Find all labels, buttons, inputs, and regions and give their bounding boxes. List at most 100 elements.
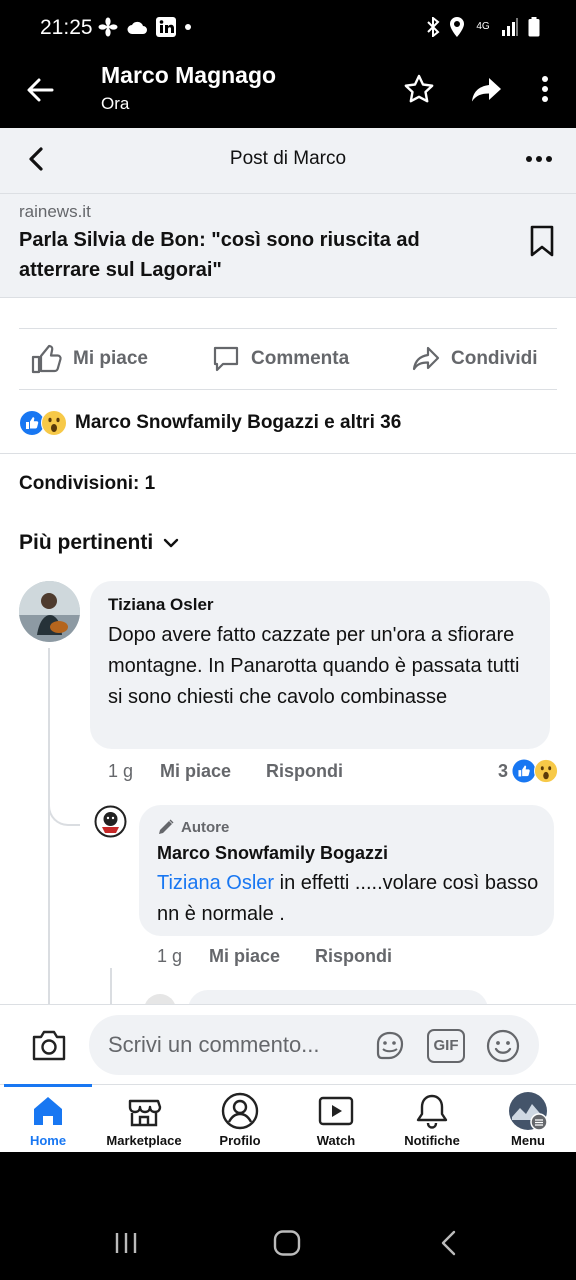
bluetooth-icon	[427, 17, 440, 37]
cloud-icon	[127, 21, 147, 34]
network-4g-icon: 4G	[476, 21, 490, 32]
mention-link[interactable]: Tiziana Osler	[157, 872, 274, 894]
post-topbar-title: Post di Marco	[229, 148, 347, 169]
comment-label: Commenta	[251, 348, 350, 369]
link-title[interactable]: Parla Silvia de Bon: "così sono riuscita…	[19, 225, 499, 285]
thumbs-up-icon	[31, 344, 62, 374]
tab-menu[interactable]: Menu	[480, 1085, 576, 1153]
home-button-icon[interactable]	[273, 1230, 301, 1256]
shares-count[interactable]: Condivisioni: 1	[19, 473, 155, 495]
recent-apps-icon[interactable]	[114, 1230, 138, 1256]
menu-avatar-icon	[509, 1092, 548, 1131]
reply-reply-button[interactable]: Rispondi	[315, 946, 392, 967]
link-preview-card[interactable]: rainews.it Parla Silvia de Bon: "così so…	[0, 194, 576, 298]
page-title: Marco Magnago	[101, 62, 277, 88]
share-button[interactable]: Condividi	[411, 343, 538, 375]
comment-bubble[interactable]: Tiziana Osler Dopo avere fatto cazzate p…	[90, 581, 550, 749]
wow-reaction-icon	[534, 759, 558, 783]
share-icon[interactable]	[468, 72, 504, 106]
tab-home[interactable]: Home	[0, 1084, 96, 1153]
snowfamily-logo-icon	[94, 805, 127, 838]
back-arrow-icon[interactable]	[22, 72, 58, 108]
page-subtitle: Ora	[101, 94, 130, 113]
thread-connector	[48, 768, 80, 826]
tab-notifications[interactable]: Notifiche	[384, 1085, 480, 1153]
comment-text: Dopo avere fatto cazzate per un'ora a sf…	[108, 624, 520, 708]
gif-button[interactable]: GIF	[427, 1029, 465, 1063]
tab-marketplace[interactable]: Marketplace	[96, 1085, 192, 1153]
tab-profile[interactable]: Profilo	[192, 1085, 288, 1153]
comment-button[interactable]: Commenta	[211, 343, 349, 375]
comment-author[interactable]: Tiziana Osler	[108, 595, 214, 615]
system-nav-bar	[0, 1152, 576, 1280]
signal-icon	[502, 18, 518, 36]
share-outline-icon	[412, 346, 440, 371]
comment-reactions[interactable]: 3	[498, 759, 558, 783]
tab-label: Home	[29, 1133, 67, 1148]
marketplace-icon	[128, 1099, 162, 1127]
reaction-icons	[19, 410, 71, 436]
tab-label: Watch	[316, 1133, 356, 1148]
reactions-summary[interactable]: Marco Snowfamily Bogazzi e altri 36	[19, 409, 401, 437]
more-horizontal-icon[interactable]	[522, 146, 556, 172]
more-vertical-icon[interactable]	[532, 72, 558, 106]
status-bar: 21:25 4G	[0, 0, 576, 56]
reply-time: 1 g	[157, 946, 183, 966]
star-icon[interactable]	[402, 72, 436, 106]
like-button[interactable]: Mi piace	[31, 343, 148, 375]
reply-bubble[interactable]	[188, 990, 488, 1004]
active-tab-indicator	[4, 1084, 92, 1087]
reply-like-button[interactable]: Mi piace	[209, 946, 280, 967]
home-icon	[34, 1097, 62, 1125]
like-reaction-icon	[512, 759, 536, 783]
author-badge-label: Autore	[181, 818, 230, 836]
reactions-summary-text: Marco Snowfamily Bogazzi e altri 36	[75, 412, 402, 433]
tab-label: Marketplace	[106, 1133, 182, 1148]
status-right-icons: 4G	[426, 17, 540, 37]
avatar[interactable]	[94, 805, 127, 838]
avatar-photo-icon	[19, 581, 80, 642]
watch-icon	[318, 1096, 354, 1126]
profile-icon	[221, 1092, 259, 1130]
status-left-icons	[98, 17, 192, 37]
comment-time: 1 g	[108, 761, 134, 781]
comment-input-placeholder: Scrivi un commento...	[108, 1032, 320, 1057]
post-content: Post di Marco rainews.it Parla Silvia de…	[0, 128, 576, 1004]
comments-sort-dropdown[interactable]: Più pertinenti	[19, 531, 179, 555]
avatar[interactable]	[144, 994, 176, 1004]
back-button-icon[interactable]	[438, 1230, 460, 1256]
thread-line	[110, 968, 112, 1004]
tab-label: Profilo	[219, 1133, 261, 1148]
post-topbar: Post di Marco	[0, 128, 576, 194]
bell-icon	[416, 1094, 448, 1129]
app-header: Marco Magnago Ora	[0, 56, 576, 128]
comment-reply-button[interactable]: Rispondi	[266, 761, 343, 782]
link-domain: rainews.it	[19, 202, 91, 221]
comment-input[interactable]: Scrivi un commento... GIF	[89, 1015, 539, 1075]
linkedin-icon	[156, 17, 176, 37]
pencil-icon	[159, 819, 174, 834]
wow-reaction-icon	[41, 410, 67, 436]
comment-meta: 1 g Mi piace Rispondi 3	[108, 759, 558, 787]
reply-meta: 1 g Mi piace Rispondi	[157, 944, 457, 972]
dot-icon	[185, 24, 191, 30]
sticker-icon[interactable]	[372, 1028, 408, 1064]
comments-sort-label: Più pertinenti	[19, 531, 154, 554]
emoji-icon[interactable]	[485, 1028, 521, 1064]
avatar[interactable]	[19, 581, 80, 642]
like-label: Mi piace	[73, 348, 148, 369]
comment-composer: Scrivi un commento... GIF	[0, 1004, 576, 1084]
reply-author[interactable]: Marco Snowfamily Bogazzi	[157, 843, 388, 864]
tab-label: Notifiche	[404, 1133, 460, 1148]
status-time: 21:25	[40, 16, 93, 39]
battery-icon	[528, 17, 540, 37]
tab-watch[interactable]: Watch	[288, 1085, 384, 1153]
location-icon	[450, 17, 464, 37]
bookmark-icon[interactable]	[528, 224, 556, 258]
reply-text: Tiziana Osler in effetti .....volare cos…	[157, 868, 547, 930]
reply-bubble[interactable]: Autore Marco Snowfamily Bogazzi Tiziana …	[139, 805, 554, 936]
author-badge: Autore	[157, 818, 229, 836]
thread-line	[48, 648, 50, 1004]
camera-icon[interactable]	[30, 1027, 68, 1063]
comment-like-button[interactable]: Mi piace	[160, 761, 231, 782]
